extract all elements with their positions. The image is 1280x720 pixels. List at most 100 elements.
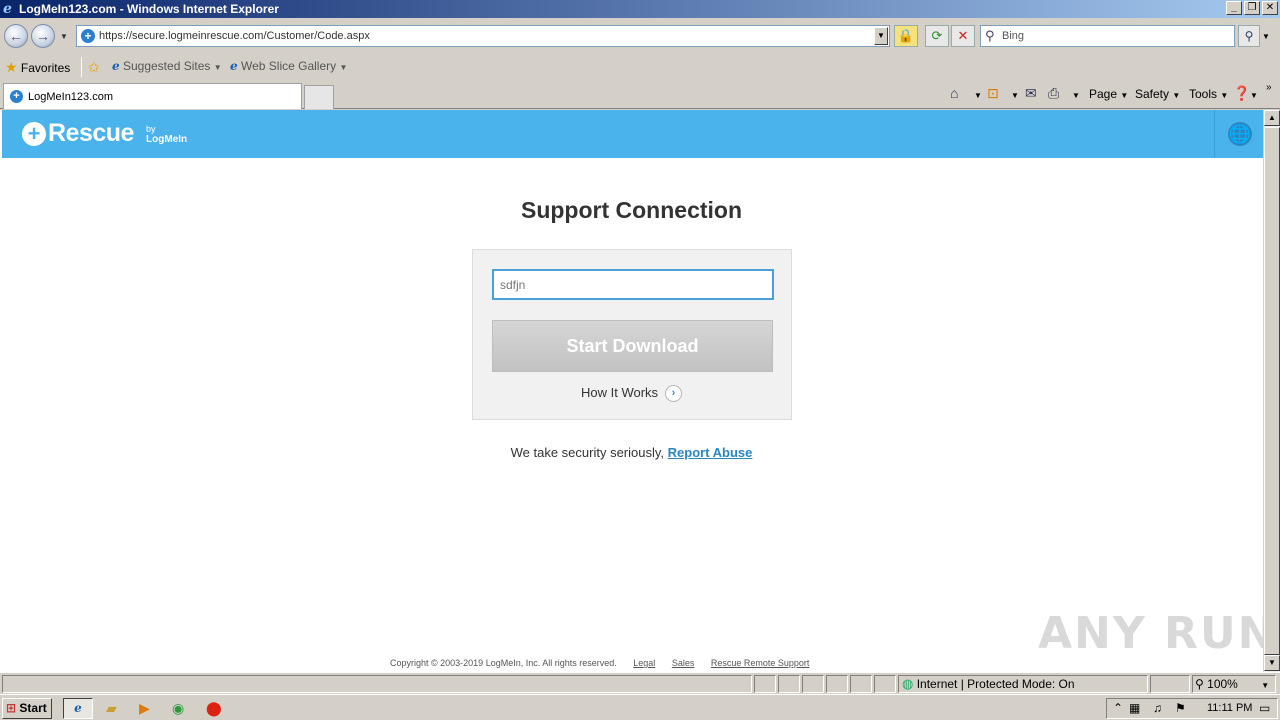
tools-menu-label: Tools: [1189, 87, 1218, 101]
security-note: We take security seriously, Report Abuse: [0, 445, 1263, 460]
search-box[interactable]: ⚲ Bing: [980, 25, 1235, 47]
anyrun-watermark: ANY RUN: [1038, 608, 1277, 659]
start-download-button[interactable]: Start Download: [492, 320, 773, 372]
opera-icon[interactable]: ⬤: [206, 700, 222, 716]
logo-by: by: [146, 124, 156, 134]
rescue-plus-icon: +: [22, 122, 46, 146]
address-toolbar: ← → ▼ + https://secure.logmeinrescue.com…: [0, 18, 1280, 53]
ie-icon: e: [112, 59, 120, 73]
ie-icon: e: [74, 701, 82, 715]
home-icon[interactable]: ⌂: [950, 85, 958, 101]
tab-bar: + LogMeIn123.com ⌂ ▼ ⊡ ▼ ✉ ⎙ ▼ Page ▼ Sa…: [0, 80, 1280, 109]
remote-support-link[interactable]: Rescue Remote Support: [711, 658, 810, 668]
suggested-sites-link[interactable]: e Suggested Sites ▼: [112, 59, 222, 73]
lock-icon: 🔒: [897, 28, 915, 43]
forward-button[interactable]: →: [31, 24, 55, 48]
close-button[interactable]: ✕: [1262, 1, 1278, 15]
internet-zone-icon: ◍: [902, 676, 914, 691]
windows-flag-icon: ⊞: [6, 701, 17, 715]
zone-label: Internet | Protected Mode: On: [916, 677, 1075, 691]
logo-brand: LogMeIn: [146, 134, 188, 145]
rss-icon[interactable]: ⊡: [987, 85, 999, 102]
security-lock-button[interactable]: 🔒: [894, 25, 918, 47]
show-desktop-icon[interactable]: ▭: [1259, 701, 1270, 715]
status-cell: [850, 675, 872, 693]
page-title: Support Connection: [520, 197, 743, 223]
clock[interactable]: 11:11 PM: [1207, 702, 1252, 714]
page-menu[interactable]: Page ▼: [1089, 87, 1128, 101]
volume-icon[interactable]: ♫: [1153, 701, 1162, 715]
vertical-scrollbar[interactable]: ▲ ▼: [1263, 110, 1280, 672]
favorites-button[interactable]: ★ Favorites: [5, 59, 70, 76]
stop-button[interactable]: ✕: [951, 25, 975, 47]
address-bar[interactable]: + https://secure.logmeinrescue.com/Custo…: [76, 25, 890, 47]
network-icon[interactable]: ▦: [1129, 701, 1140, 715]
support-code-input[interactable]: [492, 269, 774, 300]
status-text-cell: [2, 675, 752, 693]
forward-icon: →: [36, 28, 50, 44]
safety-menu[interactable]: Safety ▼: [1135, 87, 1180, 101]
copyright-text: Copyright © 2003-2019 LogMeIn, Inc. All …: [390, 658, 617, 668]
scroll-down-button[interactable]: ▼: [1264, 655, 1280, 671]
globe-icon: 🌐: [1228, 122, 1252, 146]
new-tab-button[interactable]: [304, 85, 334, 109]
refresh-icon: ⟳: [931, 28, 943, 43]
status-cell: [874, 675, 896, 693]
tools-menu[interactable]: Tools ▼: [1189, 87, 1228, 101]
zoom-label: 100%: [1207, 677, 1238, 691]
arrow-right-icon[interactable]: ›: [665, 385, 682, 402]
scroll-up-button[interactable]: ▲: [1264, 110, 1280, 126]
add-favorites-button[interactable]: ✩: [88, 59, 100, 76]
action-center-flag-icon[interactable]: ⚑: [1175, 701, 1186, 715]
help-icon[interactable]: ❓: [1233, 85, 1250, 102]
security-zone[interactable]: ◍ Internet | Protected Mode: On: [902, 676, 1075, 692]
zoom-level[interactable]: ⚲ 100% ▼: [1195, 677, 1269, 691]
refresh-button[interactable]: ⟳: [925, 25, 949, 47]
help-dropdown[interactable]: ▼: [1250, 87, 1258, 101]
add-favorites-icon: ✩: [88, 59, 100, 75]
how-it-works-link[interactable]: How It Works: [581, 385, 658, 400]
scroll-thumb[interactable]: [1264, 127, 1280, 655]
minimize-button[interactable]: _: [1226, 1, 1242, 15]
start-button[interactable]: ⊞ Start: [2, 698, 52, 719]
rss-dropdown[interactable]: ▼: [1011, 87, 1019, 101]
status-bar: ◍ Internet | Protected Mode: On ⚲ 100% ▼: [0, 672, 1280, 694]
status-cell: [754, 675, 776, 693]
search-button[interactable]: ⚲: [1238, 25, 1260, 47]
toolbar-overflow-icon[interactable]: »: [1266, 82, 1272, 93]
folder-icon[interactable]: ▰: [106, 700, 117, 716]
report-abuse-link[interactable]: Report Abuse: [668, 445, 753, 460]
restore-button[interactable]: ❐: [1244, 1, 1260, 15]
recent-pages-dropdown[interactable]: ▼: [60, 32, 68, 41]
tab-logmein123[interactable]: + LogMeIn123.com: [3, 83, 302, 109]
start-label: Start: [19, 701, 47, 715]
legal-link[interactable]: Legal: [633, 658, 655, 668]
chevron-down-icon: ▼: [213, 63, 222, 72]
system-tray: ⌃ ▦ ♫ ⚑ 11:11 PM ▭: [1106, 698, 1278, 719]
tray-expand-icon[interactable]: ⌃: [1113, 701, 1123, 715]
media-player-icon[interactable]: ▶: [139, 700, 150, 716]
print-dropdown[interactable]: ▼: [1072, 87, 1080, 101]
ie-icon: e: [230, 59, 238, 73]
favorites-separator: [81, 57, 82, 77]
page-menu-label: Page: [1089, 87, 1118, 101]
taskbar-ie-button[interactable]: e: [63, 698, 93, 719]
search-placeholder: Bing: [1002, 30, 1025, 42]
address-dropdown[interactable]: ▼: [874, 27, 888, 45]
mail-icon[interactable]: ✉: [1025, 85, 1037, 102]
sales-link[interactable]: Sales: [672, 658, 695, 668]
web-slice-gallery-link[interactable]: e Web Slice Gallery ▼: [230, 59, 347, 73]
language-button[interactable]: 🌐: [1214, 110, 1263, 158]
ie-icon: e: [3, 1, 12, 17]
address-url[interactable]: https://secure.logmeinrescue.com/Custome…: [99, 30, 370, 42]
print-icon[interactable]: ⎙: [1048, 85, 1059, 102]
search-options-dropdown[interactable]: ▼: [1262, 32, 1270, 41]
back-button[interactable]: ←: [4, 24, 28, 48]
zoom-icon: ⚲: [1195, 677, 1204, 691]
home-dropdown[interactable]: ▼: [974, 87, 982, 101]
back-icon: ←: [9, 28, 23, 44]
status-cell: [778, 675, 800, 693]
search-icon: ⚲: [1244, 29, 1254, 43]
protected-mode-cell[interactable]: [1150, 675, 1190, 693]
chrome-icon[interactable]: ◉: [172, 700, 184, 716]
